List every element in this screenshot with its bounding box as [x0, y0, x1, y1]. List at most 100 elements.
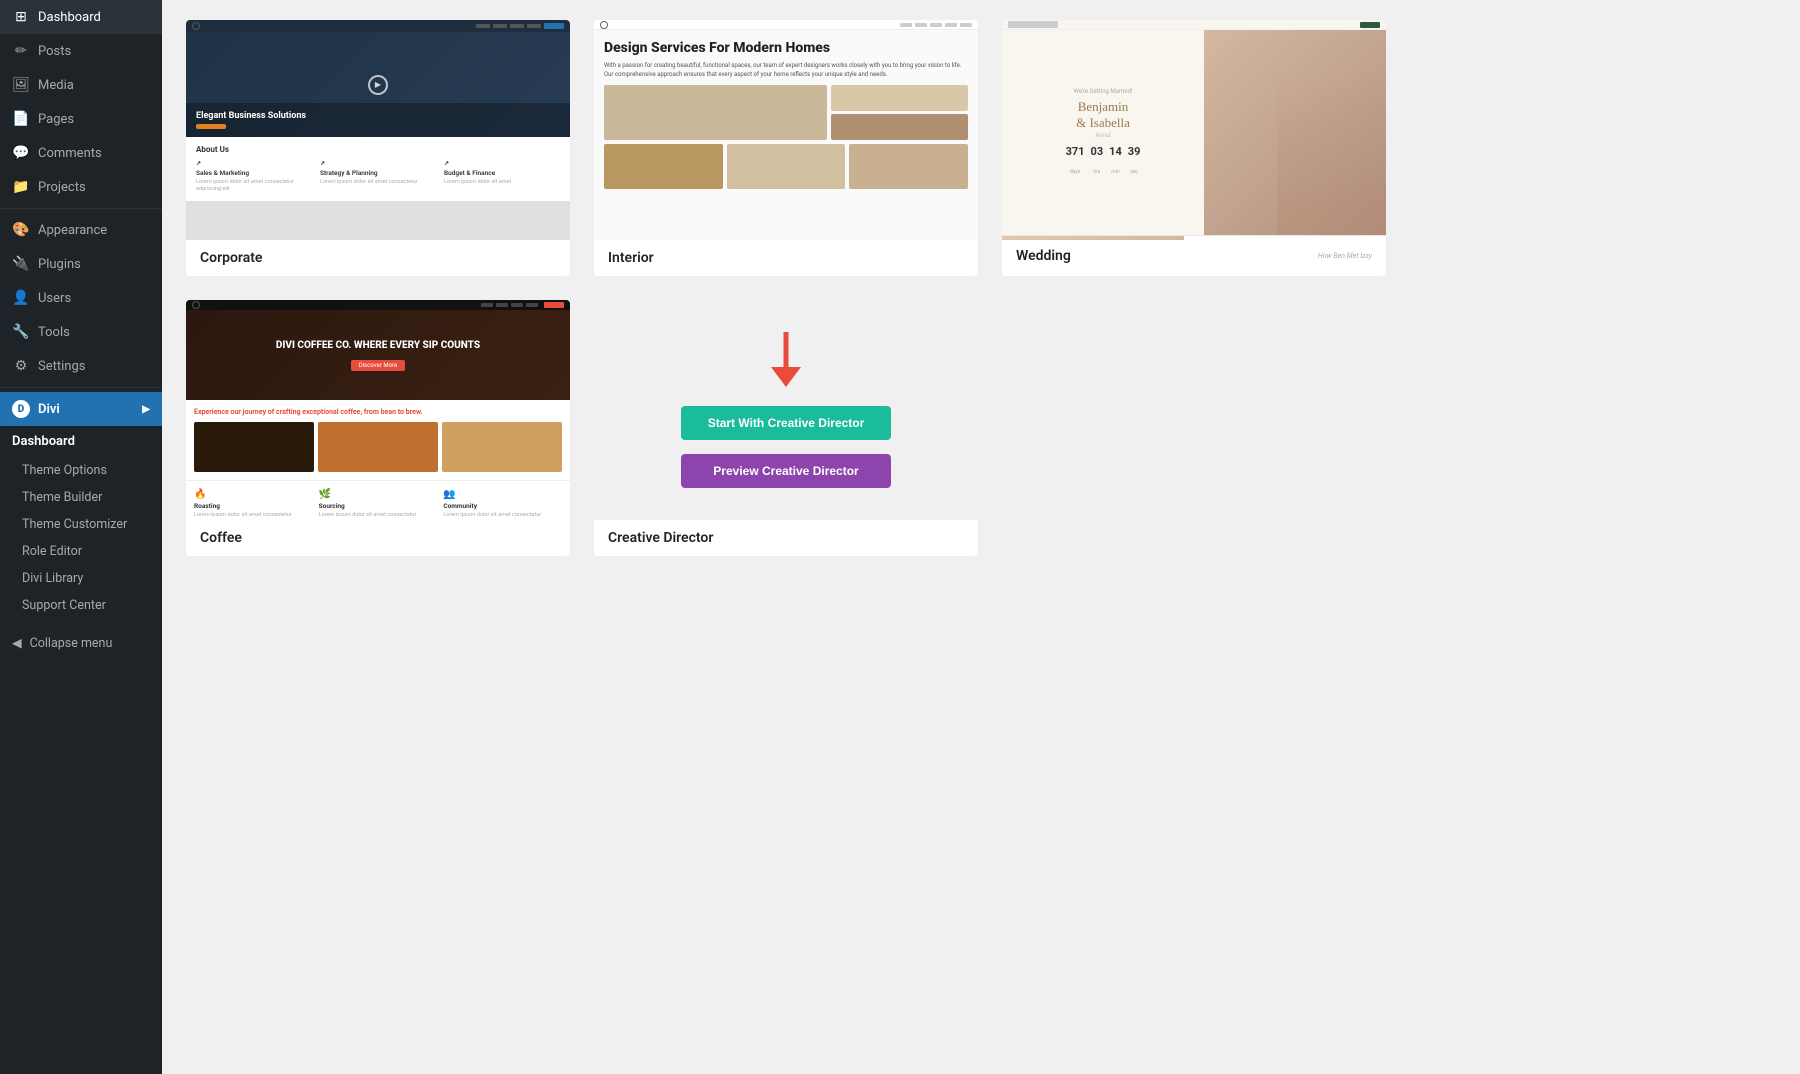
- corp-play-icon: ▶: [368, 75, 388, 95]
- divi-sub-library[interactable]: Divi Library: [0, 565, 162, 592]
- wedding-hours: 03 hrs: [1091, 145, 1104, 177]
- coffee-bottom-cols: 🔥 Roasting Lorem ipsum dolor sit amet co…: [186, 480, 570, 520]
- pages-icon: 📄: [12, 110, 30, 128]
- coffee-col-roasting: 🔥 Roasting Lorem ipsum dolor sit amet co…: [194, 489, 313, 519]
- sidebar-item-pages[interactable]: 📄 Pages: [0, 102, 162, 136]
- divi-sub-role-editor[interactable]: Role Editor: [0, 538, 162, 565]
- sidebar-item-projects[interactable]: 📁 Projects: [0, 170, 162, 204]
- wedding-main: We're Getting Married! Benjamin & Isabel…: [1002, 30, 1386, 235]
- corp-about-title: About Us: [196, 145, 560, 154]
- sidebar-item-media[interactable]: 🖼 Media: [0, 68, 162, 102]
- theme-card-creative-director[interactable]: Start With Creative Director Preview Cre…: [594, 300, 978, 556]
- creative-director-theme-label: Creative Director: [594, 520, 978, 556]
- wedding-info-row: Join Us In Tying The Knot! When: Sunday …: [1002, 235, 1386, 240]
- coffee-mid-images: [194, 422, 562, 472]
- corp-nav-logo-icon: [192, 22, 200, 30]
- coffee-col3-label: Community: [443, 502, 562, 510]
- interior-img-main: [604, 85, 827, 140]
- divi-menu-item[interactable]: D Divi ▶: [0, 392, 162, 426]
- coffee-mid: Experience our journey of crafting excep…: [186, 400, 570, 480]
- sidebar-item-users[interactable]: 👤 Users: [0, 281, 162, 315]
- divi-logo-icon: D: [12, 400, 30, 418]
- sidebar-item-plugins[interactable]: 🔌 Plugins: [0, 247, 162, 281]
- sidebar-item-appearance[interactable]: 🎨 Appearance: [0, 213, 162, 247]
- theme-preview-coffee: DIVI COFFEE CO. WHERE EVERY SIP COUNTS D…: [186, 300, 570, 520]
- wedding-theme-label: Wedding: [1016, 248, 1071, 264]
- sidebar-item-settings-label: Settings: [38, 359, 85, 374]
- corp-theme-label: Corporate: [186, 240, 570, 276]
- divi-sub-theme-options[interactable]: Theme Options: [0, 457, 162, 484]
- corp-hero-title: Elegant Business Solutions: [196, 111, 560, 121]
- coffee-img-3: [442, 422, 562, 472]
- collapse-menu-button[interactable]: ◀ Collapse menu: [0, 627, 162, 659]
- coffee-mid-title: Experience our journey of crafting excep…: [194, 408, 562, 418]
- sidebar-item-posts[interactable]: ✏ Posts: [0, 34, 162, 68]
- wedding-days: 371 days: [1066, 145, 1085, 177]
- corp-hero: Elegant Business Solutions ▶: [186, 32, 570, 137]
- sidebar-item-tools[interactable]: 🔧 Tools: [0, 315, 162, 349]
- coffee-nav-links: [481, 303, 538, 307]
- interior-nav-links: [900, 23, 972, 27]
- interior-img-sm2: [831, 114, 968, 140]
- wedding-title: Benjamin & Isabella: [1076, 99, 1130, 130]
- interior-images-1: [604, 85, 968, 140]
- sidebar-item-dashboard[interactable]: ⊞ Dashboard: [0, 0, 162, 34]
- creative-arrow-icon: [766, 332, 806, 392]
- coffee-col1-label: Roasting: [194, 502, 313, 510]
- coffee-nav-logo-icon: [192, 301, 200, 309]
- divi-sub-support[interactable]: Support Center: [0, 592, 162, 619]
- sidebar-item-settings[interactable]: ⚙ Settings: [0, 349, 162, 383]
- collapse-label: Collapse menu: [30, 636, 113, 651]
- sidebar-item-users-label: Users: [38, 291, 71, 306]
- sidebar-item-dashboard-label: Dashboard: [38, 10, 101, 25]
- media-icon: 🖼: [12, 76, 30, 94]
- corp-col-3: ↗ Budget & Finance Lorem ipsum dolor sit…: [444, 160, 560, 193]
- interior-img-b2: [727, 144, 846, 189]
- creative-arrow-svg: [766, 332, 806, 392]
- theme-card-interior[interactable]: Design Services For Modern Homes With a …: [594, 20, 978, 276]
- interior-nav-logo-icon: [600, 21, 608, 29]
- divi-sub-theme-builder[interactable]: Theme Builder: [0, 484, 162, 511]
- sidebar-item-pages-label: Pages: [38, 112, 74, 127]
- divi-submenu: Dashboard Theme Options Theme Builder Th…: [0, 426, 162, 619]
- sidebar-item-tools-label: Tools: [38, 325, 70, 340]
- theme-card-coffee[interactable]: DIVI COFFEE CO. WHERE EVERY SIP COUNTS D…: [186, 300, 570, 556]
- corp-col1-label: Sales & Marketing: [196, 169, 312, 177]
- theme-card-corporate[interactable]: Elegant Business Solutions ▶ About Us ↗ …: [186, 20, 570, 276]
- theme-preview-interior: Design Services For Modern Homes With a …: [594, 20, 978, 240]
- theme-preview-wedding: We're Getting Married! Benjamin & Isabel…: [1002, 20, 1386, 240]
- corp-nav-links: [476, 24, 564, 29]
- sidebar-item-posts-label: Posts: [38, 44, 71, 59]
- interior-nav: [594, 20, 978, 30]
- divi-dashboard-label: Dashboard: [0, 426, 162, 457]
- posts-icon: ✏: [12, 42, 30, 60]
- coffee-img-1: [194, 422, 314, 472]
- divi-sub-theme-customizer[interactable]: Theme Customizer: [0, 511, 162, 538]
- coffee-hero-text: DIVI COFFEE CO. WHERE EVERY SIP COUNTS: [276, 339, 480, 352]
- preview-creative-director-button[interactable]: Preview Creative Director: [681, 454, 891, 488]
- sidebar-item-comments[interactable]: 💬 Comments: [0, 136, 162, 170]
- corp-col-2: ↗ Strategy & Planning Lorem ipsum dolor …: [320, 160, 436, 193]
- wedding-footer-row: Wedding How Ben Met Izzy: [1002, 240, 1386, 272]
- interior-img-b1: [604, 144, 723, 189]
- sidebar-item-plugins-label: Plugins: [38, 257, 81, 272]
- start-creative-director-button[interactable]: Start With Creative Director: [681, 406, 891, 440]
- main-content: Elegant Business Solutions ▶ About Us ↗ …: [162, 0, 1800, 1074]
- sidebar-item-appearance-label: Appearance: [38, 223, 107, 238]
- interior-img-sm1: [831, 85, 968, 111]
- coffee-hero: DIVI COFFEE CO. WHERE EVERY SIP COUNTS D…: [186, 310, 570, 400]
- sidebar-item-projects-label: Projects: [38, 180, 86, 195]
- theme-card-wedding[interactable]: We're Getting Married! Benjamin & Isabel…: [1002, 20, 1386, 276]
- corp-col3-label: Budget & Finance: [444, 169, 560, 177]
- users-icon: 👤: [12, 289, 30, 307]
- wedding-nav-btn: [1360, 22, 1380, 28]
- theme-grid: Elegant Business Solutions ▶ About Us ↗ …: [186, 20, 1386, 556]
- wedding-countdown: 371 days 03 hrs 14 min: [1066, 145, 1141, 177]
- coffee-img-2: [318, 422, 438, 472]
- corp-content: About Us ↗ Sales & Marketing Lorem ipsum…: [186, 137, 570, 201]
- appearance-icon: 🎨: [12, 221, 30, 239]
- corp-nav: [186, 20, 570, 32]
- coffee-col2-label: Sourcing: [319, 502, 438, 510]
- wedding-hands-photo: [1002, 236, 1184, 240]
- interior-desc: With a passion for creating beautiful, f…: [604, 61, 968, 79]
